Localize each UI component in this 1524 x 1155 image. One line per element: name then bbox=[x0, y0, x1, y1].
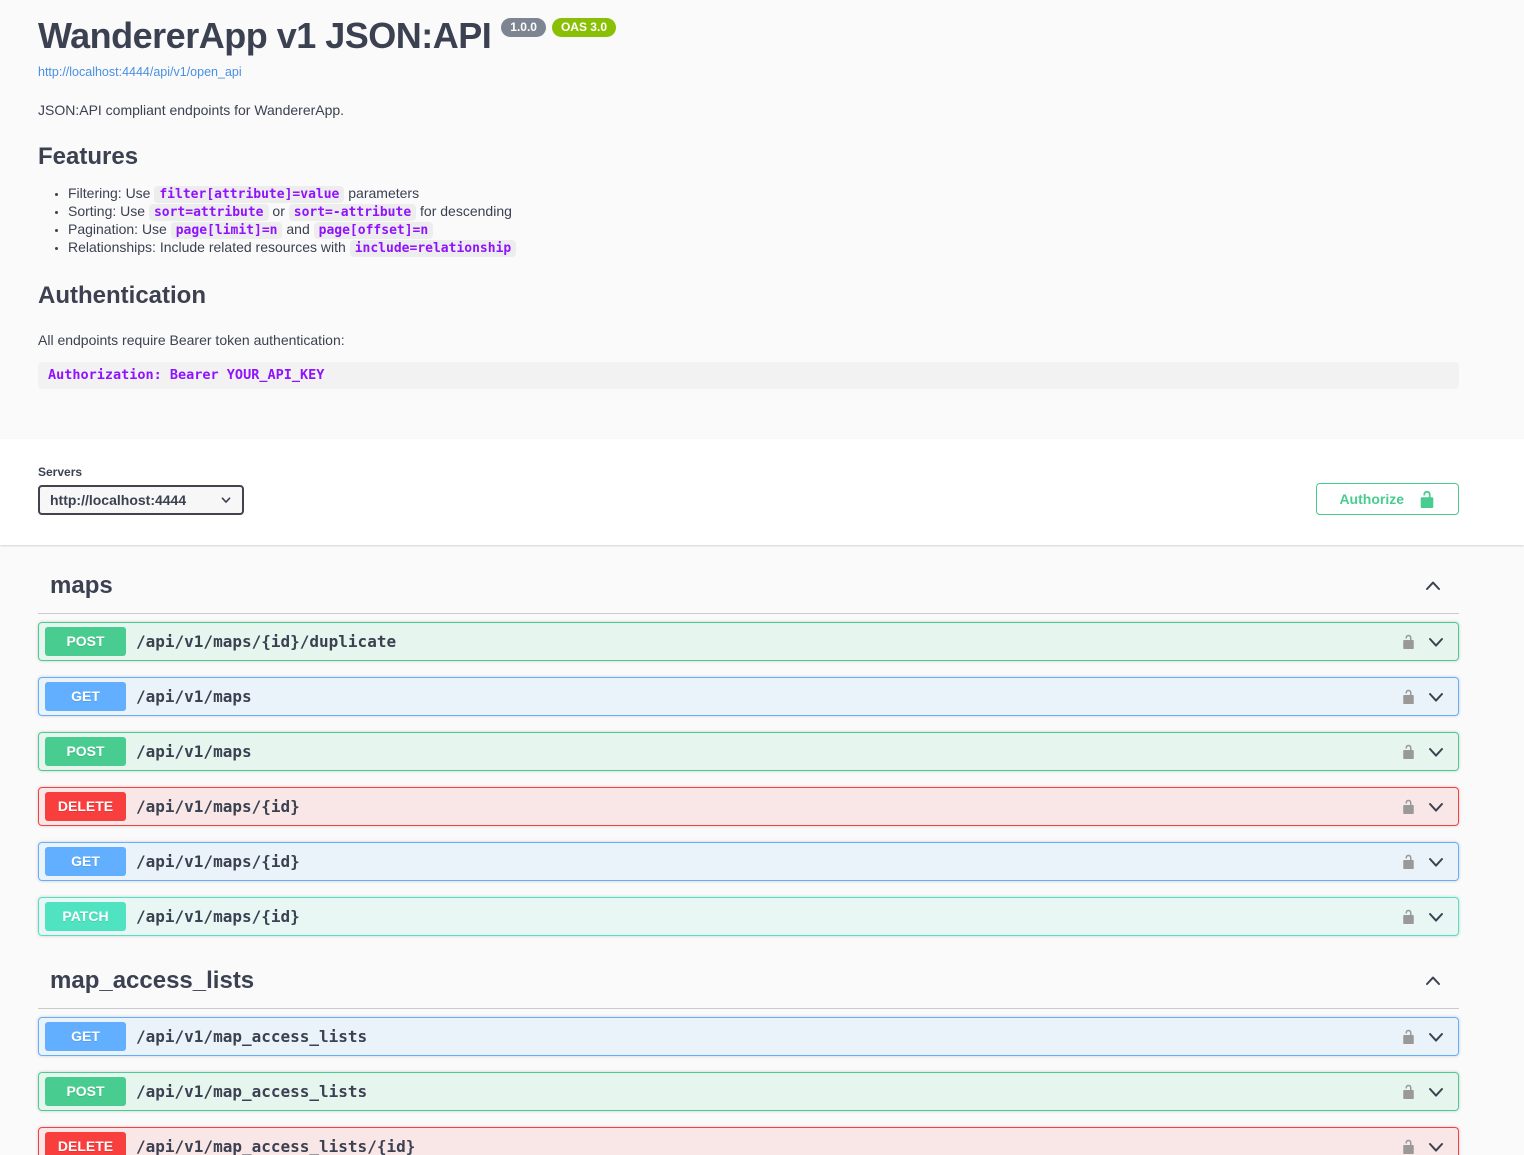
feature-text: for descending bbox=[416, 203, 512, 219]
server-select[interactable]: http://localhost:4444 bbox=[38, 485, 244, 515]
inline-code: include=relationship bbox=[350, 240, 517, 257]
chevron-down-icon[interactable] bbox=[1426, 797, 1446, 817]
authentication-text: All endpoints require Bearer token authe… bbox=[38, 332, 1459, 348]
oas-badge: OAS 3.0 bbox=[552, 18, 616, 37]
lock-icon[interactable] bbox=[1399, 1027, 1418, 1046]
operation-path: /api/v1/maps bbox=[136, 687, 252, 706]
inline-code: filter[attribute]=value bbox=[154, 186, 344, 203]
spec-url-link[interactable]: http://localhost:4444/api/v1/open_api bbox=[38, 65, 242, 79]
operation-row[interactable]: POST /api/v1/maps/{id}/duplicate bbox=[38, 622, 1459, 661]
operation-path: /api/v1/map_access_lists bbox=[136, 1082, 367, 1101]
lock-icon[interactable] bbox=[1399, 1137, 1418, 1155]
feature-text: Filtering: Use bbox=[68, 185, 154, 201]
authorize-button[interactable]: Authorize bbox=[1316, 483, 1459, 515]
page-title: WandererApp v1 JSON:API bbox=[38, 16, 491, 56]
tag-section-header[interactable]: maps bbox=[38, 557, 1459, 614]
method-badge: POST bbox=[45, 627, 126, 656]
feature-text: Pagination: Use bbox=[68, 221, 171, 237]
features-list: Filtering: Use filter[attribute]=value p… bbox=[38, 185, 1459, 257]
feature-text: parameters bbox=[344, 185, 419, 201]
feature-item: Filtering: Use filter[attribute]=value p… bbox=[68, 185, 1459, 203]
lock-icon[interactable] bbox=[1399, 687, 1418, 706]
features-heading: Features bbox=[38, 143, 1459, 171]
method-badge: DELETE bbox=[45, 792, 126, 821]
method-badge: GET bbox=[45, 682, 126, 711]
chevron-up-icon[interactable] bbox=[1423, 576, 1443, 596]
servers-block: Servers http://localhost:4444 bbox=[38, 465, 244, 515]
operation-row[interactable]: GET /api/v1/map_access_lists bbox=[38, 1017, 1459, 1056]
api-info-section: WandererApp v1 JSON:API 1.0.0 OAS 3.0 ht… bbox=[0, 0, 1524, 405]
version-badge: 1.0.0 bbox=[501, 18, 546, 37]
authorization-code-block: Authorization: Bearer YOUR_API_KEY bbox=[38, 362, 1459, 389]
method-badge: POST bbox=[45, 737, 126, 766]
operation-row[interactable]: GET /api/v1/maps/{id} bbox=[38, 842, 1459, 881]
feature-text: Sorting: Use bbox=[68, 203, 149, 219]
operation-row[interactable]: DELETE /api/v1/map_access_lists/{id} bbox=[38, 1127, 1459, 1155]
chevron-down-icon[interactable] bbox=[1426, 1082, 1446, 1102]
inline-code: page[offset]=n bbox=[314, 222, 434, 239]
title-row: WandererApp v1 JSON:API 1.0.0 OAS 3.0 bbox=[38, 16, 1459, 56]
authentication-heading: Authentication bbox=[38, 282, 1459, 310]
operation-row[interactable]: DELETE /api/v1/maps/{id} bbox=[38, 787, 1459, 826]
feature-item: Sorting: Use sort=attribute or sort=-att… bbox=[68, 203, 1459, 221]
operation-row[interactable]: POST /api/v1/maps bbox=[38, 732, 1459, 771]
title-badges: 1.0.0 OAS 3.0 bbox=[501, 18, 616, 37]
operation-path: /api/v1/maps/{id} bbox=[136, 907, 300, 926]
tag-section-title: map_access_lists bbox=[50, 966, 254, 996]
tag-section-header[interactable]: map_access_lists bbox=[38, 952, 1459, 1009]
scheme-container: Servers http://localhost:4444 Authorize bbox=[0, 439, 1524, 545]
chevron-down-icon[interactable] bbox=[1426, 1027, 1446, 1047]
chevron-down-icon[interactable] bbox=[1426, 1137, 1446, 1155]
tag-section-title: maps bbox=[50, 571, 113, 601]
unlock-icon bbox=[1418, 490, 1436, 508]
method-badge: GET bbox=[45, 847, 126, 876]
lock-icon[interactable] bbox=[1399, 1082, 1418, 1101]
operation-path: /api/v1/map_access_lists bbox=[136, 1027, 367, 1046]
lock-icon[interactable] bbox=[1399, 852, 1418, 871]
feature-text: and bbox=[282, 221, 313, 237]
servers-label: Servers bbox=[38, 465, 244, 479]
operation-path: /api/v1/maps bbox=[136, 742, 252, 761]
lock-icon[interactable] bbox=[1399, 797, 1418, 816]
tag-section: map_access_lists GET /api/v1/map_access_… bbox=[38, 952, 1459, 1155]
method-badge: GET bbox=[45, 1022, 126, 1051]
tag-section: maps POST /api/v1/maps/{id}/duplicate GE… bbox=[38, 557, 1459, 936]
server-select-value: http://localhost:4444 bbox=[50, 492, 186, 508]
lock-icon[interactable] bbox=[1399, 907, 1418, 926]
chevron-up-icon[interactable] bbox=[1423, 971, 1443, 991]
inline-code: page[limit]=n bbox=[171, 222, 283, 239]
api-description: JSON:API compliant endpoints for Wandere… bbox=[38, 102, 1459, 118]
chevron-down-icon[interactable] bbox=[1426, 742, 1446, 762]
chevron-down-icon bbox=[220, 494, 232, 506]
method-badge: POST bbox=[45, 1077, 126, 1106]
feature-text: or bbox=[269, 203, 289, 219]
operation-path: /api/v1/maps/{id}/duplicate bbox=[136, 632, 396, 651]
inline-code: sort=-attribute bbox=[289, 204, 416, 221]
operation-row[interactable]: PATCH /api/v1/maps/{id} bbox=[38, 897, 1459, 936]
feature-text: Relationships: Include related resources… bbox=[68, 239, 350, 255]
lock-icon[interactable] bbox=[1399, 742, 1418, 761]
feature-item: Pagination: Use page[limit]=n and page[o… bbox=[68, 221, 1459, 239]
operation-path: /api/v1/map_access_lists/{id} bbox=[136, 1137, 415, 1155]
operation-row[interactable]: GET /api/v1/maps bbox=[38, 677, 1459, 716]
chevron-down-icon[interactable] bbox=[1426, 907, 1446, 927]
operations-area: maps POST /api/v1/maps/{id}/duplicate GE… bbox=[0, 545, 1524, 1155]
operation-row[interactable]: POST /api/v1/map_access_lists bbox=[38, 1072, 1459, 1111]
method-badge: DELETE bbox=[45, 1132, 126, 1155]
feature-item: Relationships: Include related resources… bbox=[68, 239, 1459, 257]
chevron-down-icon[interactable] bbox=[1426, 687, 1446, 707]
method-badge: PATCH bbox=[45, 902, 126, 931]
operation-path: /api/v1/maps/{id} bbox=[136, 852, 300, 871]
authorize-label: Authorize bbox=[1339, 491, 1404, 507]
lock-icon[interactable] bbox=[1399, 632, 1418, 651]
chevron-down-icon[interactable] bbox=[1426, 852, 1446, 872]
operation-path: /api/v1/maps/{id} bbox=[136, 797, 300, 816]
inline-code: sort=attribute bbox=[149, 204, 269, 221]
chevron-down-icon[interactable] bbox=[1426, 632, 1446, 652]
